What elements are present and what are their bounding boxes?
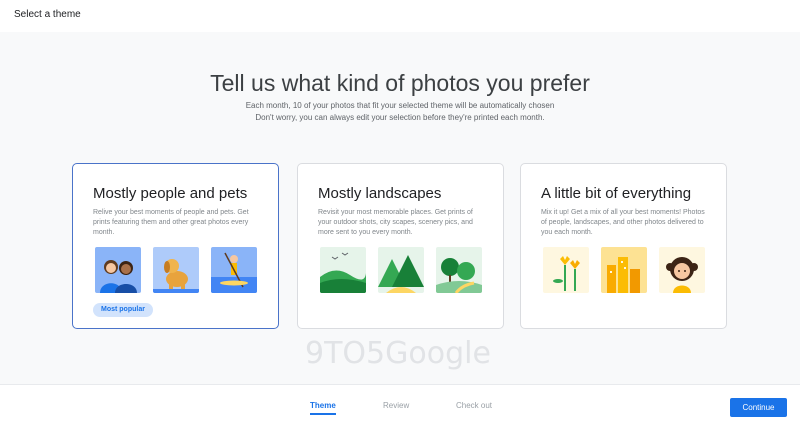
city-icon: [601, 247, 647, 293]
trees-icon: [436, 247, 482, 293]
subtitle-line-2: Don't worry, you can always edit your se…: [255, 113, 545, 122]
theme-selection-area: Tell us what kind of photos you prefer E…: [0, 32, 800, 384]
mountains-icon: [378, 247, 424, 293]
flowers-icon: [543, 247, 589, 293]
girl-icon: [659, 247, 705, 293]
hills-icon: [320, 247, 366, 293]
card-description: Mix it up! Get a mix of all your best mo…: [541, 209, 705, 236]
top-bar: Select a theme: [0, 0, 800, 32]
people-icon: [95, 247, 141, 293]
card-title: Mostly people and pets: [93, 185, 248, 202]
continue-button[interactable]: Continue: [730, 398, 787, 417]
theme-card-everything[interactable]: A little bit of everything Mix it up! Ge…: [520, 163, 727, 329]
bottom-bar: Theme Review Check out Continue: [0, 384, 800, 421]
step-theme[interactable]: Theme: [310, 401, 336, 415]
card-description: Revisit your most memorable places. Get …: [318, 209, 473, 236]
most-popular-badge: Most popular: [93, 303, 153, 317]
card-title: Mostly landscapes: [318, 185, 442, 202]
subtitle-line-1: Each month, 10 of your photos that fit y…: [245, 101, 555, 110]
theme-card-landscapes[interactable]: Mostly landscapes Revisit your most memo…: [297, 163, 504, 329]
dog-icon: [153, 247, 199, 293]
step-check-out[interactable]: Check out: [456, 401, 492, 410]
page-title: Select a theme: [14, 9, 81, 20]
thumbnail-row: [93, 247, 263, 293]
theme-card-people-and-pets[interactable]: Mostly people and pets Relive your best …: [72, 163, 279, 329]
thumbnail-row: [318, 247, 488, 293]
thumbnail-row: [541, 247, 711, 293]
card-title: A little bit of everything: [541, 185, 692, 202]
paddleboard-icon: [211, 247, 257, 293]
headline: Tell us what kind of photos you prefer: [210, 70, 590, 96]
watermark: 9TO5Google: [305, 336, 491, 371]
card-description: Relive your best moments of people and p…: [93, 209, 249, 236]
step-review[interactable]: Review: [383, 401, 409, 410]
